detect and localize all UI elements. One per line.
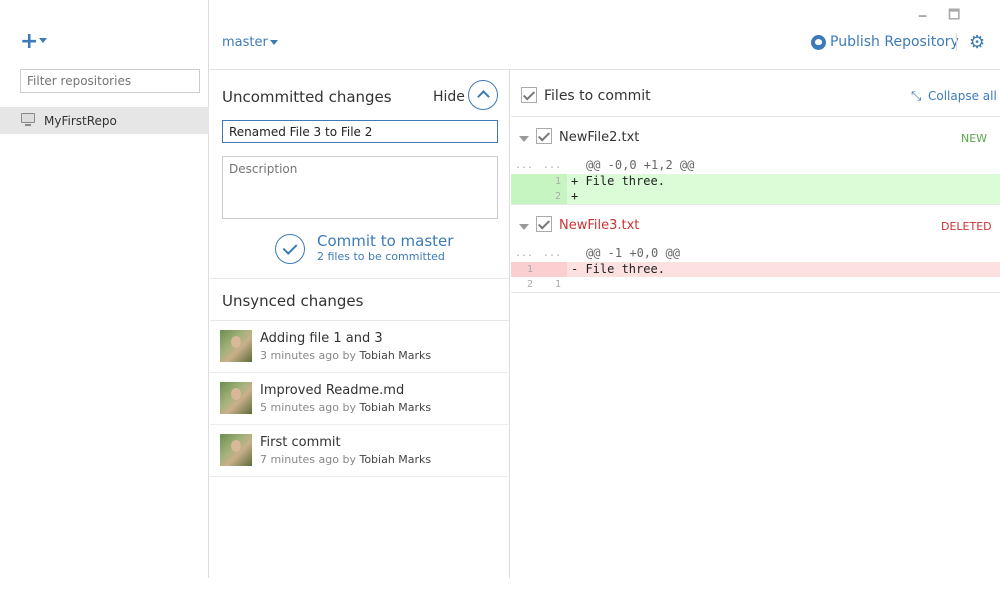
commit-message: Improved Readme.md	[260, 383, 405, 398]
old-line-number: 2	[526, 279, 533, 290]
new-line-number: ...	[542, 160, 561, 171]
add-repository-button[interactable]: +	[20, 31, 38, 53]
commit-message: First commit	[260, 435, 341, 450]
toolbar-divider	[956, 33, 957, 51]
branch-selector[interactable]: master	[222, 35, 268, 50]
diff-block: ...... @@ -1 +0,0 @@ 1 - File three. 21	[511, 246, 1000, 293]
filter-repositories-input[interactable]	[20, 69, 200, 93]
old-line-number: ...	[514, 248, 533, 259]
commit-author: Tobiah Marks	[359, 349, 432, 362]
app-window: 🗕 🗖 + MyFirstRepo master Publish Reposit…	[0, 0, 1000, 600]
repo-name: MyFirstRepo	[44, 114, 117, 128]
checkmark-icon[interactable]	[275, 234, 305, 264]
hide-label[interactable]: Hide	[433, 89, 465, 105]
avatar	[220, 434, 252, 466]
avatar	[220, 330, 252, 362]
gear-icon[interactable]: ⚙	[969, 32, 985, 53]
unsynced-changes-title: Unsynced changes	[222, 292, 364, 310]
chevron-down-icon[interactable]	[39, 38, 47, 43]
file-checkbox[interactable]	[536, 216, 552, 232]
diff-gutter: 2	[511, 189, 567, 205]
section-divider	[511, 292, 1000, 293]
avatar	[220, 382, 252, 414]
section-divider	[210, 278, 510, 279]
commit-time: 3 minutes ago by	[260, 349, 360, 362]
section-divider	[511, 116, 1000, 117]
commit-summary-input[interactable]	[222, 120, 498, 143]
collapse-icon[interactable]: ⤡	[911, 89, 921, 104]
diff-gutter: 1	[511, 261, 567, 277]
status-badge: DELETED	[941, 220, 992, 233]
chevron-down-icon[interactable]	[519, 224, 529, 230]
files-to-commit-label: Files to commit	[544, 88, 651, 104]
diff-line: 1 - File three.	[511, 261, 1000, 277]
file-checkbox[interactable]	[536, 128, 552, 144]
diff-line: 2 +	[511, 189, 1000, 205]
diff-line: ...... @@ -0,0 +1,2 @@	[511, 158, 1000, 174]
commit-description-field[interactable]	[222, 156, 498, 219]
maximize-icon[interactable]: 🗖	[948, 6, 960, 28]
new-line-number: 2	[554, 191, 561, 202]
commit-meta: 7 minutes ago by Tobiah Marks	[260, 453, 431, 466]
diff-gutter: ......	[511, 158, 567, 174]
changes-panel: Uncommitted changes Hide Commit to maste…	[210, 70, 510, 578]
chevron-down-icon[interactable]	[519, 136, 529, 142]
commit-button[interactable]: Commit to master	[317, 232, 453, 250]
new-line-number: 1	[554, 279, 561, 290]
diff-gutter: 21	[511, 277, 567, 293]
commit-meta: 3 minutes ago by Tobiah Marks	[260, 349, 431, 362]
old-line-number: ...	[514, 160, 533, 171]
diff-code: +	[571, 189, 579, 203]
commit-list-item[interactable]: First commit 7 minutes ago by Tobiah Mar…	[210, 425, 510, 477]
commit-list-item[interactable]: Improved Readme.md 5 minutes ago by Tobi…	[210, 373, 510, 425]
diff-line: 1 + File three.	[511, 173, 1000, 189]
commit-list-item[interactable]: Adding file 1 and 3 3 minutes ago by Tob…	[210, 321, 510, 373]
chevron-up-icon[interactable]	[468, 80, 498, 110]
publish-repository-button[interactable]: Publish Repository	[830, 34, 959, 50]
sidebar: + MyFirstRepo	[0, 0, 209, 578]
new-line-number: ...	[542, 248, 561, 259]
file-name: NewFile3.txt	[559, 218, 640, 233]
commit-file-count: 2 files to be committed	[317, 250, 445, 263]
uncommitted-changes-title: Uncommitted changes	[222, 88, 392, 106]
commit-time: 7 minutes ago by	[260, 453, 360, 466]
file-name: NewFile2.txt	[559, 130, 640, 145]
collapse-all-button[interactable]: Collapse all	[928, 89, 997, 103]
diff-line: 21	[511, 277, 1000, 293]
section-divider	[511, 204, 1000, 205]
monitor-icon	[21, 113, 35, 126]
minimize-icon[interactable]: 🗕	[918, 6, 927, 28]
chevron-down-icon[interactable]	[270, 40, 278, 45]
commit-time: 5 minutes ago by	[260, 401, 360, 414]
commit-meta: 5 minutes ago by Tobiah Marks	[260, 401, 431, 414]
diff-code: - File three.	[571, 261, 665, 276]
commit-author: Tobiah Marks	[359, 401, 432, 414]
diff-code: @@ -0,0 +1,2 @@	[586, 158, 695, 172]
repo-item-myfirstrepo[interactable]: MyFirstRepo	[0, 107, 209, 134]
diff-block: ...... @@ -0,0 +1,2 @@ 1 + File three. 2…	[511, 158, 1000, 205]
commit-message: Adding file 1 and 3	[260, 331, 383, 346]
status-badge: NEW	[961, 132, 988, 145]
diff-code: @@ -1 +0,0 @@	[586, 246, 680, 260]
files-to-commit-checkbox[interactable]	[521, 87, 537, 103]
diff-gutter: ......	[511, 246, 567, 262]
diff-panel: Files to commit ⤡ Collapse all NewFile2.…	[511, 70, 1000, 578]
github-icon[interactable]	[811, 35, 826, 50]
old-line-number: 1	[526, 263, 533, 275]
new-line-number: 1	[554, 175, 561, 187]
diff-gutter: 1	[511, 173, 567, 189]
commit-author: Tobiah Marks	[359, 453, 432, 466]
diff-code: + File three.	[571, 173, 665, 188]
diff-line: ...... @@ -1 +0,0 @@	[511, 246, 1000, 262]
